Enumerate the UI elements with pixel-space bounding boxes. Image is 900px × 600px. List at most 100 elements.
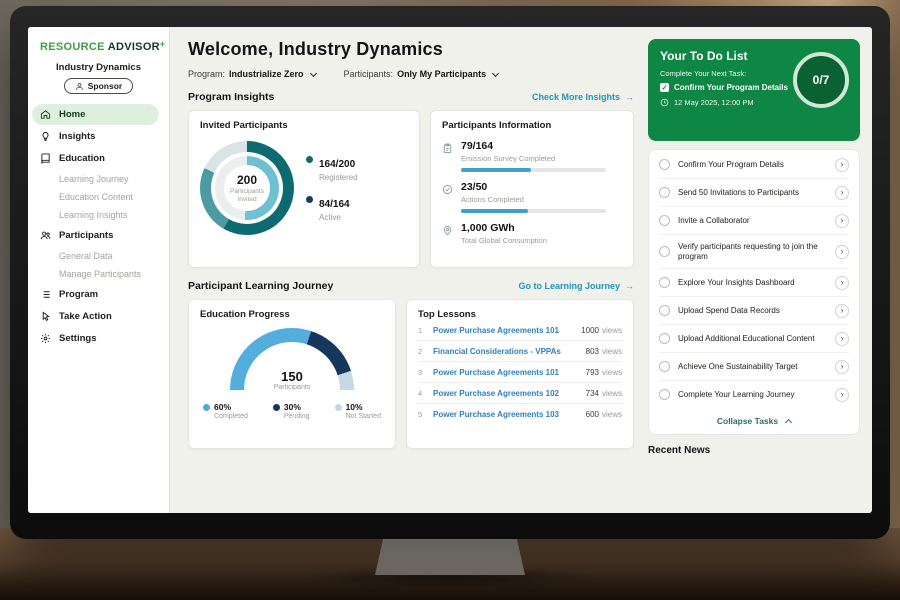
participants-select[interactable]: Participants: Only My Participants [344, 69, 499, 79]
info-row: 23/50 Actions Completed [442, 181, 622, 213]
sidebar-item-program[interactable]: Program [28, 284, 169, 305]
gauge-center-label: Participants [230, 384, 354, 390]
task-row[interactable]: Invite a Collaborator › [659, 207, 849, 235]
legend-item: 10% Not Started [335, 402, 381, 420]
task-row[interactable]: Send 50 Invitations to Participants › [659, 179, 849, 207]
sidebar-item-label: Settings [59, 333, 96, 344]
progress-bar [461, 209, 606, 213]
sidebar-item-label: Education [59, 153, 105, 164]
go-to-learning-journey-link[interactable]: Go to Learning Journey → [518, 281, 634, 291]
monitor-bezel: RESOURCE ADVISOR+ Industry Dynamics Spon… [10, 6, 890, 539]
task-row[interactable]: Upload Spend Data Records › [659, 297, 849, 325]
lesson-rank: 3 [418, 368, 426, 377]
lesson-link[interactable]: Power Purchase Agreements 102 [433, 389, 579, 398]
pointer-icon [40, 311, 51, 322]
task-row[interactable]: Upload Additional Educational Content › [659, 325, 849, 353]
check-more-insights-link[interactable]: Check More Insights → [532, 92, 634, 102]
todo-next-task[interactable]: ✓ Confirm Your Program Details [660, 83, 798, 92]
task-open-icon[interactable]: › [835, 388, 849, 402]
task-checkbox[interactable] [659, 389, 670, 400]
sidebar-item-home[interactable]: Home [32, 104, 159, 125]
task-row[interactable]: Achieve One Sustainability Target › [659, 353, 849, 381]
lesson-link[interactable]: Financial Considerations - VPPAs [433, 347, 579, 356]
task-open-icon[interactable]: › [835, 304, 849, 318]
lesson-row[interactable]: 2 Financial Considerations - VPPAs 803vi… [418, 341, 622, 362]
lesson-row[interactable]: 4 Power Purchase Agreements 102 734views [418, 383, 622, 404]
task-open-icon[interactable]: › [835, 245, 849, 259]
task-open-icon[interactable]: › [835, 158, 849, 172]
lesson-rank: 1 [418, 326, 426, 335]
legend-label: Active [319, 213, 350, 222]
task-row[interactable]: Confirm Your Program Details › [659, 151, 849, 179]
task-checkbox[interactable] [659, 187, 670, 198]
info-label: Actions Completed [461, 195, 606, 204]
collapse-label: Collapse Tasks [717, 416, 778, 426]
task-label: Achieve One Sustainability Target [678, 362, 827, 372]
clock-icon [660, 98, 669, 107]
progress-bar [461, 168, 606, 172]
task-checkbox[interactable] [659, 159, 670, 170]
task-checkbox[interactable] [659, 333, 670, 344]
lesson-link[interactable]: Power Purchase Agreements 103 [433, 410, 579, 419]
program-select-label: Program: [188, 69, 225, 79]
learning-cards-row: Education Progress 150 Participants 60% … [188, 299, 634, 449]
info-label: Total Global Consumption [461, 236, 547, 245]
task-label: Invite a Collaborator [678, 216, 827, 226]
task-checkbox[interactable] [659, 361, 670, 372]
progress-fill [461, 209, 528, 213]
legend-dot [203, 404, 210, 411]
task-open-icon[interactable]: › [835, 214, 849, 228]
sidebar-item-general-data[interactable]: General Data [28, 247, 169, 265]
task-open-icon[interactable]: › [835, 360, 849, 374]
top-lessons-card: Top Lessons 1 Power Purchase Agreements … [406, 299, 634, 449]
checkbox-icon[interactable]: ✓ [660, 83, 669, 92]
lesson-row[interactable]: 5 Power Purchase Agreements 103 600views [418, 404, 622, 424]
education-gauge-chart: 150 Participants [230, 328, 354, 390]
task-open-icon[interactable]: › [835, 332, 849, 346]
section-title: Program Insights [188, 91, 274, 103]
task-open-icon[interactable]: › [835, 186, 849, 200]
program-select[interactable]: Program: Industrialize Zero [188, 69, 316, 79]
participants-select-value: Only My Participants [397, 69, 486, 79]
sidebar-item-education-content[interactable]: Education Content [28, 188, 169, 206]
task-checkbox[interactable] [659, 277, 670, 288]
legend-label: Pending [284, 413, 310, 420]
collapse-tasks-link[interactable]: Collapse Tasks [659, 408, 849, 434]
sidebar-item-settings[interactable]: Settings [28, 328, 169, 349]
sidebar-item-learning-journey[interactable]: Learning Journey [28, 170, 169, 188]
book-icon [40, 153, 51, 164]
lesson-link[interactable]: Power Purchase Agreements 101 [433, 368, 579, 377]
sponsor-badge[interactable]: Sponsor [64, 78, 133, 94]
sidebar-item-manage-participants[interactable]: Manage Participants [28, 265, 169, 283]
lesson-rank: 4 [418, 389, 426, 398]
sidebar-item-learning-insights[interactable]: Learning Insights [28, 206, 169, 224]
sidebar-item-education[interactable]: Education [28, 148, 169, 169]
main-content: Welcome, Industry Dynamics Program: Indu… [170, 27, 648, 513]
task-checkbox[interactable] [659, 215, 670, 226]
lesson-link[interactable]: Power Purchase Agreements 101 [433, 326, 574, 335]
legend-value: 84/164 [319, 199, 350, 210]
lesson-row[interactable]: 3 Power Purchase Agreements 101 793views [418, 362, 622, 383]
task-label: Confirm Your Program Details [678, 160, 827, 170]
task-checkbox[interactable] [659, 246, 670, 257]
lightbulb-icon [40, 131, 51, 142]
task-open-icon[interactable]: › [835, 276, 849, 290]
task-row[interactable]: Verify participants requesting to join t… [659, 235, 849, 269]
org-name: Industry Dynamics [28, 62, 169, 73]
participants-select-label: Participants: [344, 69, 394, 79]
sidebar-item-take-action[interactable]: Take Action [28, 306, 169, 327]
task-row[interactable]: Explore Your Insights Dashboard › [659, 269, 849, 297]
sidebar-item-insights[interactable]: Insights [28, 126, 169, 147]
lesson-views: 734views [586, 389, 622, 398]
list-icon [40, 289, 51, 300]
lesson-row[interactable]: 1 Power Purchase Agreements 101 1000view… [418, 320, 622, 341]
task-checkbox[interactable] [659, 305, 670, 316]
task-row[interactable]: Complete Your Learning Journey › [659, 381, 849, 408]
donut-center-value: 200 [237, 173, 257, 187]
todo-progress-ring: 0/7 [793, 52, 849, 108]
logo-plus: + [160, 39, 166, 49]
arrow-right-icon: → [625, 281, 634, 291]
info-value: 79/164 [461, 140, 606, 152]
legend-label: Not Started [346, 413, 381, 420]
sidebar-item-participants[interactable]: Participants [28, 225, 169, 246]
